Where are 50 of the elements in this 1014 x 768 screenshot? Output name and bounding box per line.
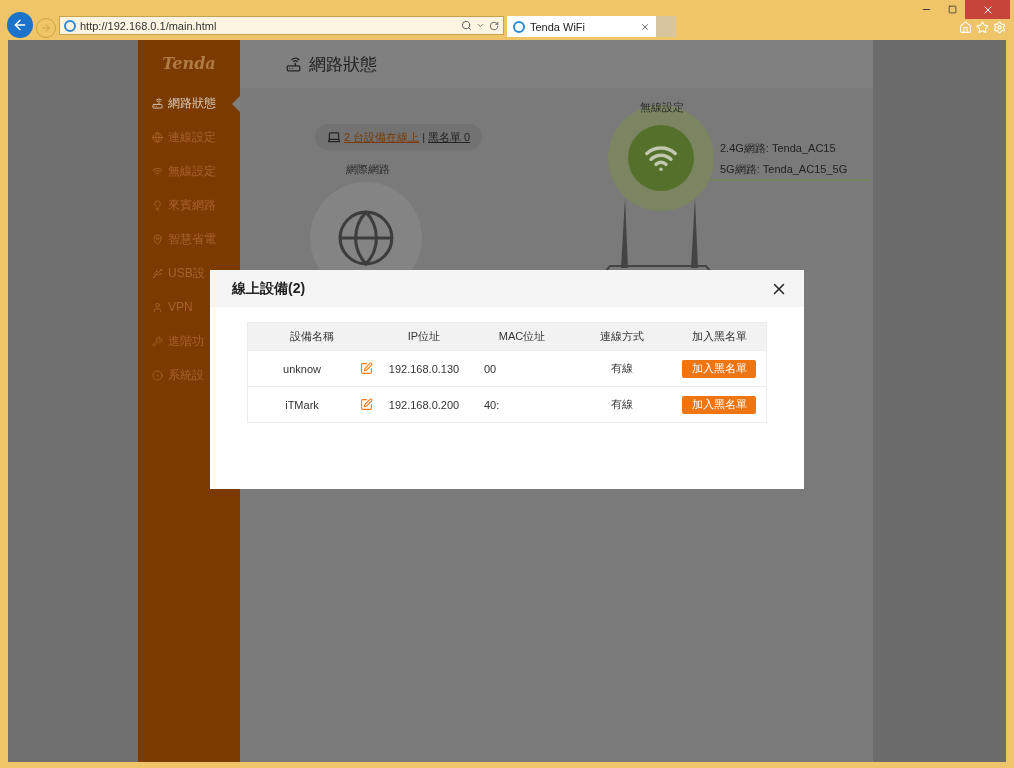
- pin-icon: [152, 233, 163, 245]
- table-cell-text: 40:: [483, 398, 501, 411]
- person-icon: [152, 301, 163, 313]
- close-icon[interactable]: [640, 21, 650, 32]
- table-cell-text: 192.168.0.200: [387, 398, 461, 411]
- search-icon[interactable]: [461, 20, 472, 31]
- table-cell-text: 192.168.0.130: [387, 362, 461, 375]
- browser-icon: [64, 19, 76, 32]
- wifi-icon: [152, 165, 163, 177]
- wrench-icon: [152, 335, 163, 347]
- wireless-label: 無線設定: [640, 100, 684, 115]
- home-icon[interactable]: [959, 21, 972, 34]
- browser-icon: [513, 20, 525, 33]
- table-cell-text: unknow: [282, 362, 322, 375]
- refresh-icon[interactable]: [489, 20, 499, 31]
- settings-icon: [152, 369, 163, 381]
- maximize-icon: [947, 5, 957, 14]
- usb-icon: [152, 267, 163, 279]
- column-header: MAC位址: [497, 329, 547, 344]
- table-cell-text: 00: [483, 362, 498, 375]
- devices-link[interactable]: 2 台設備在線上: [344, 129, 420, 145]
- separator: |: [422, 131, 426, 143]
- network-name: 5G網路: Tenda_AC15_5G: [720, 162, 848, 177]
- laptop-icon: [327, 130, 341, 144]
- caret-icon[interactable]: [476, 21, 485, 30]
- back-button[interactable]: [7, 12, 33, 38]
- table-cell-text: iTMark: [284, 398, 320, 411]
- blacklist-link[interactable]: 黑名單 0: [428, 129, 471, 145]
- address-field[interactable]: http://192.168.0.1/main.html: [59, 16, 504, 35]
- globe-icon: [152, 131, 163, 143]
- add-to-blacklist-button[interactable]: 加入黑名單: [682, 395, 756, 414]
- forward-arrow-icon: [40, 22, 52, 34]
- network-name: 2.4G網路: Tenda_AC15: [720, 141, 837, 156]
- table-cell-text: 有線: [610, 397, 634, 412]
- column-header: 加入黑名單: [690, 329, 748, 344]
- router-icon: [152, 97, 163, 109]
- add-to-blacklist-button[interactable]: 加入黑名單: [682, 359, 756, 378]
- table-cell-text: 有線: [610, 361, 634, 376]
- logo: Tenda: [161, 52, 217, 75]
- column-header: IP位址: [406, 329, 442, 344]
- settings-icon[interactable]: [993, 21, 1006, 34]
- column-header: 連線方式: [599, 329, 645, 344]
- internet-label: 網際網路: [346, 162, 390, 177]
- star-icon[interactable]: [976, 21, 989, 34]
- page-title: 網路狀態: [309, 53, 377, 76]
- column-header: 設備名稱: [289, 329, 335, 344]
- browser-tab[interactable]: Tenda WiFi: [507, 16, 656, 37]
- dialog-title: 線上設備(2): [232, 279, 307, 298]
- lightbulb-icon: [152, 199, 163, 211]
- router-icon: [286, 56, 301, 72]
